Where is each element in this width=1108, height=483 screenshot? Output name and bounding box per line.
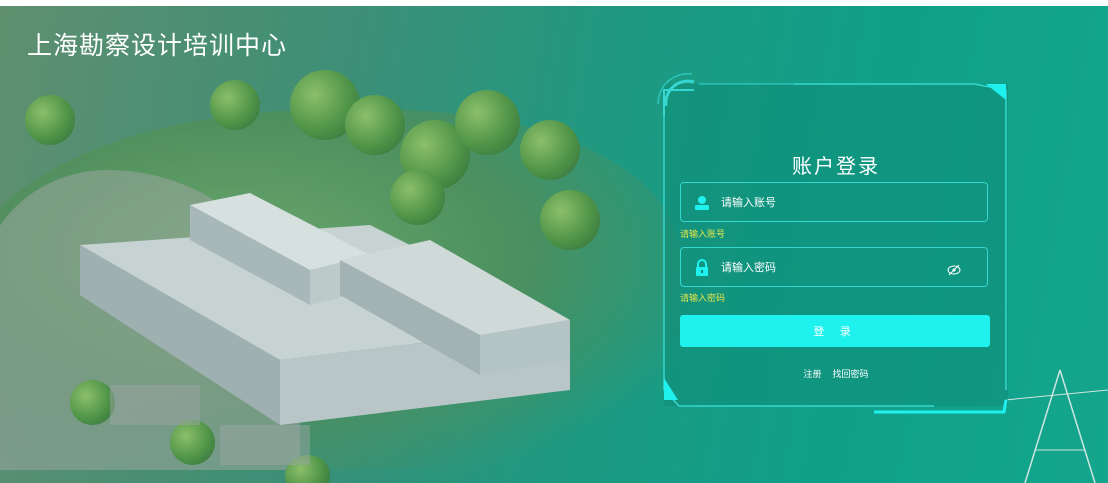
account-links: 注册 找回密码: [664, 367, 1008, 380]
background-tree: [455, 90, 520, 155]
register-link[interactable]: 注册: [804, 370, 822, 380]
lock-icon: [693, 259, 711, 277]
account-hint: 请输入账号: [680, 230, 726, 240]
eye-off-icon[interactable]: [947, 261, 961, 276]
user-icon: [693, 194, 711, 212]
password-field: [680, 247, 988, 287]
login-page: 上海勘察设计培训中心 账户登录 请输入账号 请输入账号 请输入密码 登 录 注册…: [0, 0, 1108, 483]
account-field: [680, 182, 988, 222]
password-input[interactable]: [721, 258, 941, 276]
building-illustration: [80, 193, 570, 465]
power-tower-illustration: [1005, 369, 1108, 483]
account-input[interactable]: [721, 193, 941, 211]
login-button[interactable]: 登 录: [680, 315, 990, 347]
background-tree: [210, 80, 260, 130]
background-tree: [345, 95, 405, 155]
forgot-password-link[interactable]: 找回密码: [832, 370, 868, 380]
login-heading: 账户登录: [792, 154, 880, 178]
page-title: 上海勘察设计培训中心: [27, 31, 288, 60]
background-tree: [520, 120, 580, 180]
login-panel: 账户登录 请输入账号 请输入账号 请输入密码 登 录 注册 找回密码: [657, 72, 1008, 414]
background-tree: [25, 95, 75, 145]
password-hint: 请输入密码: [680, 294, 726, 304]
